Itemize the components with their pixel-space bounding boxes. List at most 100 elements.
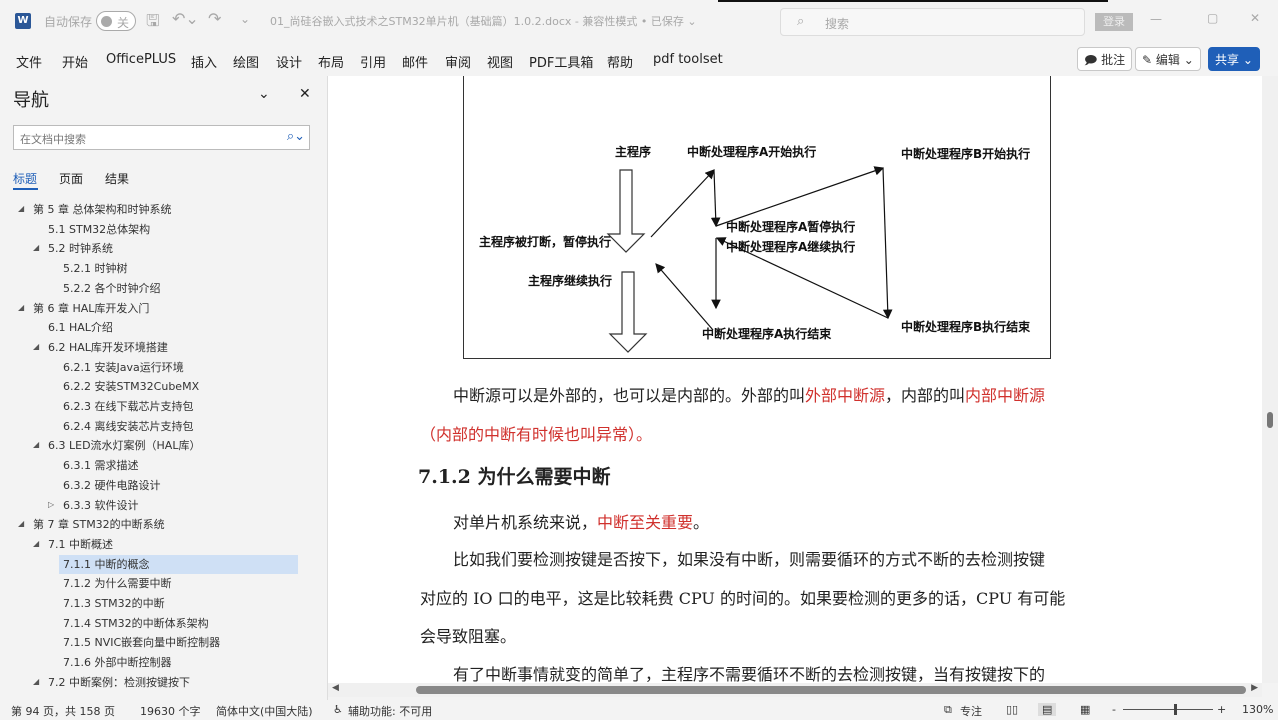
maximize-icon[interactable]: ▢ (1207, 11, 1218, 25)
nav-title: 导航 (13, 90, 49, 111)
page-count[interactable]: 第 94 页，共 158 页 (11, 703, 115, 719)
collapse-triangle-icon[interactable]: ◢ (18, 519, 24, 528)
web-layout-icon[interactable]: ▦ (1080, 703, 1090, 716)
vertical-scrollbar[interactable] (1262, 76, 1278, 683)
comment-button[interactable]: 🗩 批注 (1077, 47, 1133, 71)
zoom-slider-thumb[interactable] (1174, 704, 1177, 715)
read-mode-icon[interactable]: ▯▯ (1006, 703, 1018, 716)
focus-icon: ⧉ (944, 703, 952, 716)
autosave-toggle[interactable]: 关 (96, 11, 136, 31)
tab-references[interactable]: 引用 (360, 52, 386, 71)
nav-heading-item[interactable]: 6.2.1 安装Java运行环境 (63, 358, 184, 377)
paragraph-interrupt-source: 中断源可以是外部的，也可以是内部的。外部的叫外部中断源，内部的叫内部中断源 (453, 386, 1046, 405)
nav-heading-item[interactable]: 7.1 中断概述 (48, 535, 113, 554)
collapse-triangle-icon[interactable]: ◢ (33, 677, 39, 686)
tab-pdf-toolbox[interactable]: PDF工具箱 (529, 52, 593, 71)
accessibility-status[interactable]: 辅助功能: 不可用 (348, 703, 432, 719)
collapse-triangle-icon[interactable]: ◢ (18, 303, 24, 312)
nav-close-icon[interactable]: ✕ (299, 86, 311, 102)
tab-design[interactable]: 设计 (276, 52, 302, 71)
nav-tab-pages[interactable]: 页面 (59, 170, 83, 187)
tab-insert[interactable]: 插入 (191, 52, 217, 71)
vertical-scroll-thumb[interactable] (1267, 412, 1273, 428)
nav-heading-item[interactable]: 7.1.4 STM32的中断体系架构 (63, 614, 209, 633)
tab-pdf-toolset[interactable]: pdf toolset (653, 52, 723, 67)
undo-icon[interactable]: ↶⌄ (172, 9, 199, 28)
tab-view[interactable]: 视图 (487, 52, 513, 71)
tab-draw[interactable]: 绘图 (233, 52, 259, 71)
print-layout-icon[interactable]: ▤ (1038, 703, 1057, 716)
nav-heading-item[interactable]: 6.3.1 需求描述 (63, 456, 139, 475)
zoom-in-icon[interactable]: + (1217, 703, 1226, 716)
horizontal-scrollbar[interactable]: ◀ ▶ (328, 683, 1262, 697)
autosave-label: 自动保存 (44, 15, 93, 29)
nav-heading-item[interactable]: 6.2.2 安装STM32CubeMX (63, 377, 199, 396)
nav-heading-item[interactable]: 第 7 章 STM32的中断系统 (33, 515, 165, 534)
nav-tab-headings[interactable]: 标题 (13, 170, 37, 187)
nav-tab-results[interactable]: 结果 (105, 170, 129, 187)
collapse-triangle-icon[interactable]: ◢ (33, 342, 39, 351)
horizontal-scroll-thumb[interactable] (416, 686, 1246, 694)
minimize-icon[interactable]: — (1150, 12, 1162, 26)
save-icon[interactable]: 🖫 (146, 10, 160, 37)
word-count[interactable]: 19630 个字 (140, 703, 201, 719)
tab-officeplus[interactable]: OfficePLUS (106, 52, 176, 67)
scroll-left-icon[interactable]: ◀ (332, 683, 339, 693)
nav-heading-item[interactable]: 7.1.5 NVIC嵌套向量中断控制器 (63, 633, 220, 652)
diagram-label-a-start: 中断处理程序A开始执行 (687, 145, 817, 159)
word-logo-icon: W (15, 13, 31, 29)
nav-search-input[interactable]: 在文档中搜索 ⌕⌄ (13, 125, 310, 150)
nav-heading-item[interactable]: 7.1.2 为什么需要中断 (63, 574, 172, 593)
expand-triangle-icon[interactable]: ▷ (48, 500, 54, 509)
nav-heading-item[interactable]: 第 6 章 HAL库开发入门 (33, 299, 149, 318)
redo-icon[interactable]: ↷ (208, 9, 221, 28)
diagram-label-a-end: 中断处理程序A执行结束 (702, 327, 832, 341)
tab-home[interactable]: 开始 (62, 52, 88, 71)
nav-heading-item[interactable]: 6.3.2 硬件电路设计 (63, 476, 161, 495)
tab-review[interactable]: 审阅 (445, 52, 471, 71)
nav-heading-item[interactable]: 7.2 中断案例：检测按键按下 (48, 673, 190, 692)
tab-help[interactable]: 帮助 (607, 52, 633, 71)
document-title[interactable]: 01_尚硅谷嵌入式技术之STM32单片机（基础篇）1.0.2.docx - 兼容… (270, 13, 697, 29)
language[interactable]: 简体中文(中国大陆) (216, 703, 313, 719)
nav-heading-item[interactable]: 6.2.3 在线下载芯片支持包 (63, 397, 194, 416)
tab-file[interactable]: 文件 (16, 52, 42, 71)
focus-mode-button[interactable]: 专注 (960, 703, 982, 719)
nav-heading-item[interactable]: 6.3 LED流水灯案例（HAL库） (48, 436, 200, 455)
nav-heading-item[interactable]: 5.2.1 时钟树 (63, 259, 128, 278)
nav-heading-item[interactable]: 第 5 章 总体架构和时钟系统 (33, 200, 172, 219)
nav-heading-item[interactable]: 6.2 HAL库开发环境搭建 (48, 338, 168, 357)
login-button[interactable]: 登录 (1095, 13, 1133, 31)
customize-icon[interactable]: ⌄ (240, 12, 250, 26)
nav-heading-item[interactable]: 6.3.3 软件设计 (63, 496, 139, 515)
nav-heading-item[interactable]: 7.1.6 外部中断控制器 (63, 653, 172, 672)
nav-heading-item[interactable]: 6.1 HAL介绍 (48, 318, 113, 337)
close-icon[interactable]: ✕ (1250, 11, 1260, 25)
nav-heading-item[interactable]: 7.1.3 STM32的中断 (63, 594, 165, 613)
status-bar: 第 94 页，共 158 页 19630 个字 简体中文(中国大陆) ♿ 辅助功… (0, 700, 1278, 720)
collapse-triangle-icon[interactable]: ◢ (33, 539, 39, 548)
comment-label: 批注 (1101, 53, 1126, 67)
collapse-triangle-icon[interactable]: ◢ (33, 243, 39, 252)
tab-mailings[interactable]: 邮件 (402, 52, 428, 71)
collapse-triangle-icon[interactable]: ◢ (33, 440, 39, 449)
nav-heading-item[interactable]: 5.2.2 各个时钟介绍 (63, 279, 161, 298)
nav-search-placeholder: 在文档中搜索 (20, 133, 86, 146)
nav-heading-item[interactable]: 5.2 时钟系统 (48, 239, 113, 258)
edit-button[interactable]: ✎ 编辑 ⌄ (1135, 47, 1201, 71)
collapse-triangle-icon[interactable]: ◢ (18, 204, 24, 213)
comment-icon: 🗩 (1084, 53, 1102, 67)
tab-layout[interactable]: 布局 (318, 52, 344, 71)
nav-heading-item[interactable]: 7.1.1 中断的概念 (63, 555, 150, 574)
nav-options-icon[interactable]: ⌄ (258, 86, 270, 102)
scroll-right-icon[interactable]: ▶ (1251, 683, 1258, 693)
zoom-out-icon[interactable]: - (1112, 703, 1116, 716)
zoom-slider[interactable] (1123, 704, 1213, 715)
zoom-level[interactable]: 130% (1242, 703, 1273, 716)
share-button[interactable]: 共享 ⌄ (1208, 47, 1260, 71)
paragraph-interrupt-source-cont: （内部的中断有时候也叫异常）。 (420, 425, 653, 444)
nav-heading-item[interactable]: 6.2.4 离线安装芯片支持包 (63, 417, 194, 436)
diagram-label-b-start: 中断处理程序B开始执行 (901, 147, 1031, 161)
nav-heading-item[interactable]: 5.1 STM32总体架构 (48, 220, 150, 239)
search-box[interactable]: ⌕ 搜索 (780, 8, 1085, 36)
